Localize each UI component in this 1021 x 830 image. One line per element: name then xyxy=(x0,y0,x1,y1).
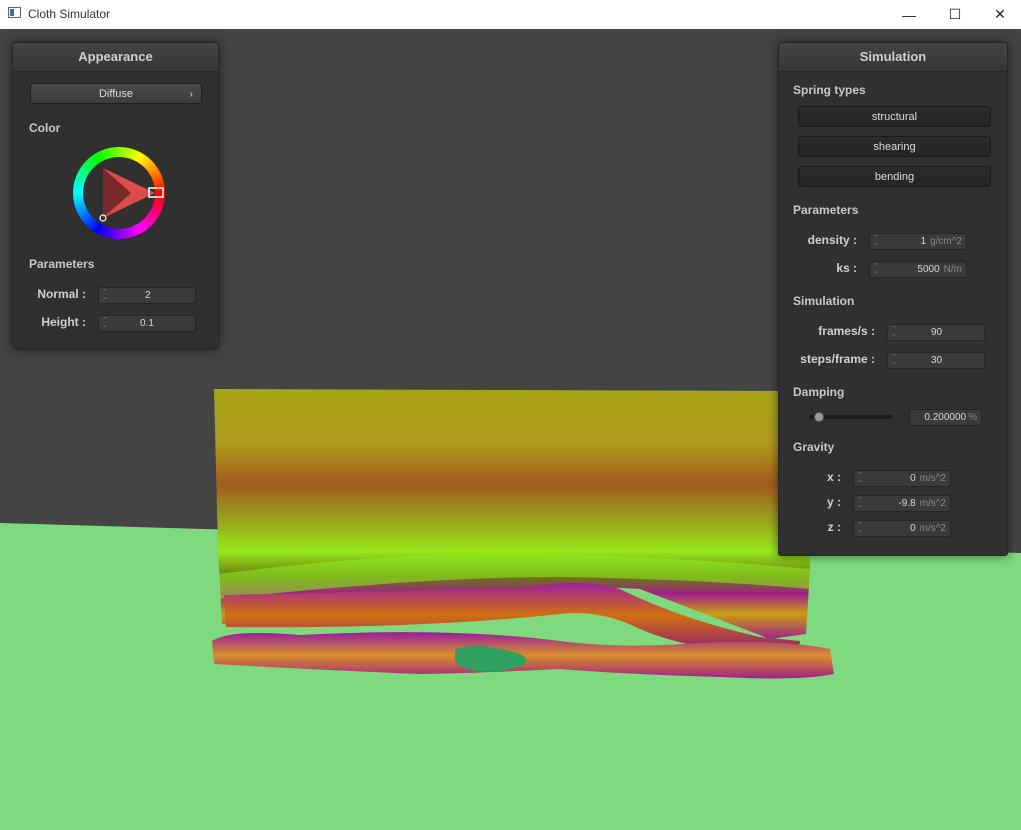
damping-unit: % xyxy=(968,412,977,423)
shader-popup-button[interactable]: Diffuse › xyxy=(30,83,202,104)
simulation-header[interactable]: Simulation xyxy=(779,43,1007,72)
color-label: Color xyxy=(29,121,61,135)
gravity-z-label: z : xyxy=(827,520,841,534)
spring-types-label: Spring types xyxy=(793,83,866,97)
gravity-z-field[interactable]: ⌃ ⌄ 0 m/s^2 xyxy=(853,520,951,537)
bending-button[interactable]: bending xyxy=(798,166,991,187)
ks-unit: N/m xyxy=(943,264,962,275)
density-label: density : xyxy=(807,233,857,247)
color-wheel[interactable] xyxy=(71,145,167,241)
fps-value: 90 xyxy=(931,327,943,338)
gravity-x-value: 0 xyxy=(910,473,916,484)
damping-slider-knob[interactable] xyxy=(814,412,825,422)
spinner-icon[interactable]: ⌃ ⌄ xyxy=(102,289,108,301)
simulation-section-label: Simulation xyxy=(793,294,855,308)
ks-field[interactable]: ⌃ ⌄ 5000 N/m xyxy=(869,261,967,278)
gravity-y-label: y : xyxy=(826,495,841,509)
ks-label: ks : xyxy=(836,261,857,275)
simulation-panel: Simulation Spring types structural shear… xyxy=(778,42,1008,556)
height-field[interactable]: ⌃ ⌄ 0.1 xyxy=(98,315,196,332)
structural-button[interactable]: structural xyxy=(798,106,991,127)
height-label: Height : xyxy=(41,315,86,329)
ks-value: 5000 xyxy=(917,264,940,275)
spinner-icon[interactable]: ⌃ ⌄ xyxy=(891,326,897,338)
steps-label: steps/frame : xyxy=(800,352,875,366)
window-title: Cloth Simulator xyxy=(28,7,111,21)
gravity-x-field[interactable]: ⌃ ⌄ 0 m/s^2 xyxy=(853,470,951,487)
render-viewport[interactable]: Appearance Diffuse › Color Parameters No… xyxy=(0,29,1021,830)
damping-label: Damping xyxy=(793,385,845,399)
damping-field[interactable]: 0.200000% xyxy=(909,409,982,426)
steps-field[interactable]: ⌃ ⌄ 30 xyxy=(887,352,985,369)
spinner-icon[interactable]: ⌃ ⌄ xyxy=(857,522,863,534)
gravity-x-unit: m/s^2 xyxy=(919,473,946,484)
density-value: 1 xyxy=(920,236,927,247)
appearance-header[interactable]: Appearance xyxy=(13,43,218,72)
normal-value: 2 xyxy=(145,290,151,301)
density-field[interactable]: ⌃ ⌄ 1 g/cm^2 xyxy=(869,233,967,250)
app-icon xyxy=(8,7,21,18)
height-value: 0.1 xyxy=(140,318,154,329)
maximize-button[interactable]: ☐ xyxy=(932,0,978,29)
spinner-icon[interactable]: ⌃ ⌄ xyxy=(873,263,879,275)
gravity-z-unit: m/s^2 xyxy=(919,523,946,534)
density-unit: g/cm^2 xyxy=(930,236,962,247)
spinner-icon[interactable]: ⌃ ⌄ xyxy=(891,354,897,366)
gravity-x-label: x : xyxy=(826,470,841,484)
appearance-parameters-label: Parameters xyxy=(29,257,95,271)
spinner-icon[interactable]: ⌃ ⌄ xyxy=(857,497,863,509)
gravity-y-field[interactable]: ⌃ ⌄ -9.8 m/s^2 xyxy=(853,495,951,512)
steps-value: 30 xyxy=(931,355,943,366)
close-button[interactable]: ✕ xyxy=(977,0,1021,29)
gravity-y-value: -9.8 xyxy=(898,498,916,509)
minimize-button[interactable]: — xyxy=(886,0,932,29)
title-bar: Cloth Simulator — ☐ ✕ xyxy=(0,0,1021,29)
normal-label: Normal : xyxy=(37,287,86,301)
gravity-z-value: 0 xyxy=(910,523,916,534)
appearance-panel: Appearance Diffuse › Color Parameters No… xyxy=(12,42,219,349)
fps-field[interactable]: ⌃ ⌄ 90 xyxy=(887,324,985,341)
shearing-button[interactable]: shearing xyxy=(798,136,991,157)
damping-value: 0.200000 xyxy=(924,412,967,423)
spinner-icon[interactable]: ⌃ ⌄ xyxy=(102,317,108,329)
chevron-right-icon: › xyxy=(189,89,193,100)
spinner-icon[interactable]: ⌃ ⌄ xyxy=(857,472,863,484)
normal-field[interactable]: ⌃ ⌄ 2 xyxy=(98,287,196,304)
gravity-y-unit: m/s^2 xyxy=(919,498,946,509)
gravity-label: Gravity xyxy=(793,440,835,454)
spinner-icon[interactable]: ⌃ ⌄ xyxy=(873,235,879,247)
fps-label: frames/s : xyxy=(818,324,875,338)
shader-label: Diffuse xyxy=(98,88,134,100)
sim-parameters-label: Parameters xyxy=(793,203,859,217)
